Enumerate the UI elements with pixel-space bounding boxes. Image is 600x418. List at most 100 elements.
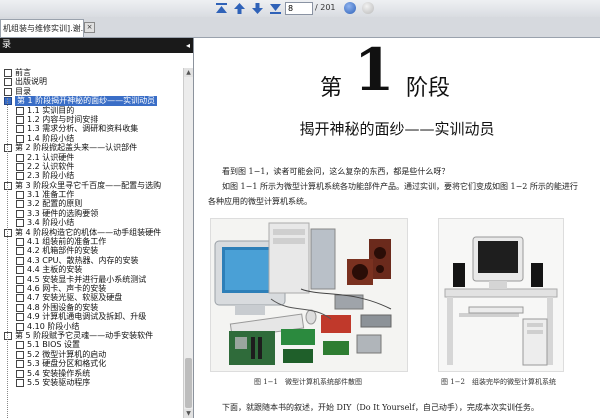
toc-subitem[interactable]: 4.2 机箱部件的安装 [0, 246, 183, 256]
bookmark-icon [16, 238, 24, 247]
collapse-sidebar-icon[interactable]: ◂ [186, 38, 190, 53]
chapter-number: 1 [354, 38, 395, 104]
toc-subitem[interactable]: 4.6 网卡、声卡的安装 [0, 284, 183, 293]
toc-subitem[interactable]: 4.3 CPU、散热器、内存的安装 [0, 256, 183, 265]
toc-subitem[interactable]: 1.3 需求分析、调研和资料收集 [0, 124, 183, 134]
paragraph-1: 看到图 1−1，读者可能会问，这么复杂的东西，都是些什么呀？ [222, 167, 450, 176]
bookmark-icon [16, 303, 24, 312]
toc-subitem[interactable]: 4.10 阶段小结 [0, 322, 183, 331]
scroll-thumb[interactable] [185, 358, 192, 408]
toc-subitem[interactable]: 4.1 组装前的准备工作 [0, 237, 183, 247]
figure-1-2-caption: 图 1−2 组装完毕的微型计算机系统 [441, 378, 556, 386]
bookmark-icon [4, 228, 12, 237]
toc-item[interactable]: 前言 [0, 68, 183, 77]
document-page: 第 1 阶段 揭开神秘的面纱——实训动员 看到图 1−1，读者可能会问，这么复杂… [194, 38, 600, 418]
toc-subitem[interactable]: 2.1 认识硬件 [0, 153, 183, 162]
bookmark-icon [16, 313, 24, 322]
toc-subitem[interactable]: 5.4 安装操作系统 [0, 369, 183, 378]
paragraph-3: 下面，就跟随本书的叙述，开始 DIY（Do It Yourself，自己动手），… [222, 403, 539, 412]
tree-guide-line [7, 98, 8, 418]
bookmark-icon [4, 181, 12, 190]
toc-subitem[interactable]: 1.4 阶段小结 [0, 134, 183, 143]
first-page-icon[interactable] [214, 1, 229, 16]
toc-item-label: 5.4 安装操作系统 [27, 368, 91, 378]
toc-item[interactable]: 出版说明 [0, 77, 183, 87]
sidebar-title: 录 [2, 40, 12, 50]
previous-page-icon[interactable] [232, 1, 247, 16]
toc-subitem[interactable]: 1.2 内容与时间安排 [0, 115, 183, 124]
toc-item-label: 4.10 阶段小结 [27, 321, 80, 331]
toc-subitem[interactable]: 3.2 配置的原则 [0, 199, 183, 209]
bookmark-icon [16, 284, 24, 293]
toc-item-label: 3.3 硬件的选购要领 [27, 208, 99, 218]
document-tab[interactable]: 机组装与维修实训].谢... [0, 19, 84, 37]
toc-item[interactable]: 第 5 阶段赋予它灵魂——动手安装软件 [0, 331, 183, 340]
toc-item-label: 5.5 安装驱动程序 [27, 377, 91, 387]
toc-item-label: 4.7 安装光驱、软驱及硬盘 [27, 293, 123, 303]
toc-item-label: 出版说明 [15, 77, 47, 87]
next-page-icon[interactable] [250, 1, 265, 16]
bookmark-icon [16, 360, 24, 369]
toc-item-label: 1.2 内容与时间安排 [27, 114, 99, 124]
toc-item-label: 2.3 阶段小结 [27, 171, 75, 181]
scroll-down-icon[interactable]: ▼ [184, 409, 193, 418]
toc-item-label: 3.2 配置的原则 [27, 199, 83, 209]
toc-subitem[interactable]: 2.2 认识软件 [0, 162, 183, 171]
figure-1-1-image [210, 218, 408, 372]
bookmark-icon [4, 69, 12, 77]
toc-item[interactable]: 第 2 阶段掀起盖头来——认识部件 [0, 143, 183, 153]
bookmark-icon [16, 115, 24, 124]
toc-subitem[interactable]: 5.1 BIOS 设置 [0, 340, 183, 350]
toc-subitem[interactable]: 1.1 实训目的 [0, 106, 183, 115]
chapter-suffix: 阶段 [406, 76, 451, 101]
toc-subitem[interactable]: 4.5 安装显卡并进行最小系统测试 [0, 275, 183, 284]
toc-item-label: 5.1 BIOS 设置 [27, 340, 81, 350]
bookmark-icon [16, 191, 24, 200]
toc-item-label: 第 1 阶段揭开神秘的面纱——实训动员 [15, 96, 158, 106]
toc-subitem[interactable]: 4.9 计算机通电调试及拆卸、升级 [0, 312, 183, 322]
bookmark-icon [16, 341, 24, 350]
toc-subitem[interactable]: 5.2 微型计算机的启动 [0, 350, 183, 359]
stop-icon[interactable] [362, 2, 374, 14]
toc-subitem[interactable]: 2.3 阶段小结 [0, 171, 183, 181]
chapter-title: 揭开神秘的面纱——实训动员 [299, 120, 495, 138]
toolbar: 8 / 201 [0, 0, 600, 18]
bookmark-icon [4, 97, 12, 106]
toc-subitem[interactable]: 5.3 硬盘分区和格式化 [0, 359, 183, 369]
toc-item-label: 1.4 阶段小结 [27, 133, 75, 143]
bookmark-icon [16, 322, 24, 331]
toc-item-label: 4.2 机箱部件的安装 [27, 246, 99, 256]
bookmark-icon [16, 106, 24, 115]
toc-item-label: 第 4 阶段构造它的机体——动手组装硬件 [15, 227, 162, 237]
sidebar-scrollbar[interactable]: ▲ ▼ [183, 68, 193, 418]
page-number-input[interactable]: 8 [285, 2, 313, 15]
page-total: / 201 [315, 3, 336, 12]
bookmark-icon [16, 378, 24, 387]
toc-item[interactable]: 第 3 阶段众里寻它千百度——配置与选购 [0, 181, 183, 190]
scroll-up-icon[interactable]: ▲ [184, 68, 193, 77]
bookmarks-sidebar: 录 ◂ 前言 出版说明 目录第 1 阶段揭开神秘的面纱——实训动员 1.1 实训目的 1… [0, 38, 194, 418]
toc-item[interactable]: 目录 [0, 87, 183, 96]
bookmark-icon [16, 294, 24, 303]
toc-subitem[interactable]: 4.4 主板的安装 [0, 265, 183, 275]
bookmark-icon [4, 78, 12, 87]
go-icon[interactable] [344, 2, 356, 14]
bookmark-icon [16, 369, 24, 378]
close-tab-icon[interactable]: × [84, 22, 95, 33]
toc-item[interactable]: 第 1 阶段揭开神秘的面纱——实训动员 [0, 96, 183, 106]
toc-item[interactable]: 第 4 阶段构造它的机体——动手组装硬件 [0, 228, 183, 237]
bookmark-icon [16, 350, 24, 359]
tab-bar: 机组装与维修实训].谢... × [0, 17, 600, 38]
toc-item-label: 3.4 阶段小结 [27, 218, 75, 228]
bookmark-icon [16, 247, 24, 256]
toc-item-label: 第 5 阶段赋予它灵魂——动手安装软件 [15, 330, 154, 340]
bookmark-icon [4, 331, 12, 340]
toc-subitem[interactable]: 4.7 安装光驱、软驱及硬盘 [0, 293, 183, 303]
last-page-icon[interactable] [268, 1, 283, 16]
toc-subitem[interactable]: 3.3 硬件的选购要领 [0, 209, 183, 218]
toc-subitem[interactable]: 4.8 外围设备的安装 [0, 303, 183, 312]
toc-subitem[interactable]: 3.4 阶段小结 [0, 218, 183, 228]
toc-item-label: 1.3 需求分析、调研和资料收集 [27, 124, 139, 134]
toc-subitem[interactable]: 5.5 安装驱动程序 [0, 378, 183, 387]
bookmark-icon [16, 172, 24, 181]
